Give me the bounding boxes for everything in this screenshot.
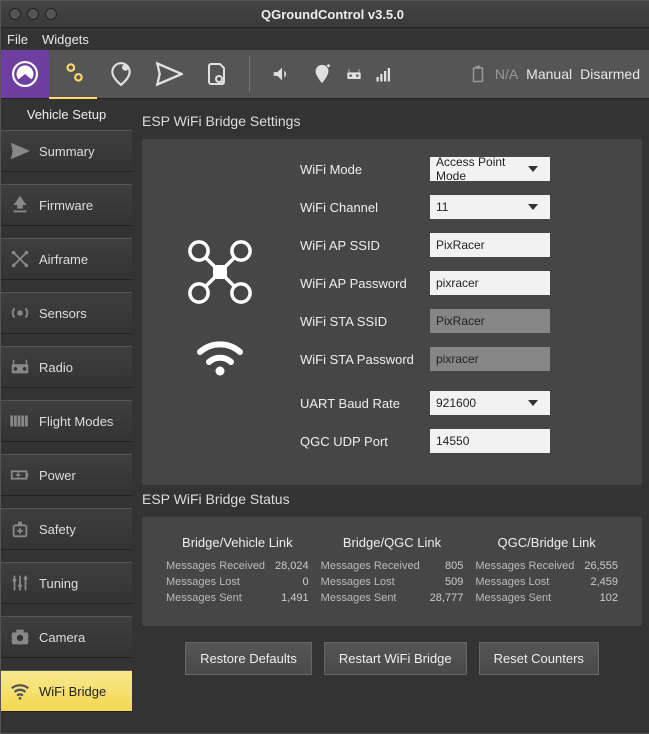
status-col-title: QGC/Bridge Link — [475, 535, 618, 550]
arm-state[interactable]: Disarmed — [580, 66, 640, 82]
menu-widgets[interactable]: Widgets — [42, 32, 89, 47]
sidebar-item-label: Camera — [39, 630, 85, 645]
window-title: QGroundControl v3.5.0 — [65, 7, 649, 22]
qgc-udp-input[interactable] — [430, 429, 550, 453]
minimize-window-icon[interactable] — [27, 8, 39, 20]
toolbar-vehicle-setup[interactable] — [49, 49, 97, 99]
battery-na: N/A — [495, 66, 518, 82]
sidebar-item-label: Summary — [39, 144, 95, 159]
radio-icon — [9, 356, 31, 378]
sidebar-item-label: Tuning — [39, 576, 78, 591]
toolbar-app-settings[interactable] — [1, 50, 49, 98]
titlebar: QGroundControl v3.5.0 — [1, 1, 649, 28]
sidebar-item-power[interactable]: Power — [1, 454, 132, 496]
sidebar-item-label: Safety — [39, 522, 76, 537]
wifi-sta-password-input — [430, 347, 550, 371]
sidebar: Vehicle Setup Summary Firmware Airframe … — [1, 99, 132, 734]
toolbar-plan[interactable] — [97, 50, 145, 98]
sidebar-item-flight-modes[interactable]: Flight Modes — [1, 400, 132, 442]
uart-baud-label: UART Baud Rate — [300, 396, 430, 411]
sidebar-item-label: Sensors — [39, 306, 87, 321]
sidebar-item-label: Flight Modes — [39, 414, 113, 429]
sidebar-item-tuning[interactable]: Tuning — [1, 562, 132, 604]
drone-icon — [185, 237, 255, 307]
sensors-icon — [9, 302, 31, 324]
status-qgc-col: Bridge/QGC Link Messages Received805 Mes… — [315, 535, 470, 608]
toolbar-status-area: N/A Manual Disarmed — [469, 63, 649, 85]
tuning-icon — [9, 572, 31, 594]
button-row: Restore Defaults Restart WiFi Bridge Res… — [142, 642, 642, 675]
wifi-mode-label: WiFi Mode — [300, 162, 430, 177]
airframe-icon — [9, 248, 31, 270]
sidebar-item-label: WiFi Bridge — [39, 684, 106, 699]
sidebar-item-sensors[interactable]: Sensors — [1, 292, 132, 334]
status-col-title: Bridge/Vehicle Link — [166, 535, 309, 550]
maximize-window-icon[interactable] — [45, 8, 57, 20]
summary-icon — [9, 140, 31, 162]
toolbar-analyze[interactable] — [193, 50, 241, 98]
sidebar-item-camera[interactable]: Camera — [1, 616, 132, 658]
toolbar-announce-icon[interactable] — [258, 50, 306, 98]
sidebar-item-summary[interactable]: Summary — [1, 130, 132, 172]
window-controls — [1, 8, 65, 20]
toolbar-fly[interactable] — [145, 50, 193, 98]
sidebar-item-firmware[interactable]: Firmware — [1, 184, 132, 226]
firmware-icon — [9, 194, 31, 216]
wifi-channel-label: WiFi Channel — [300, 200, 430, 215]
toolbar: N/A Manual Disarmed — [1, 50, 649, 99]
toolbar-gps-icon[interactable] — [306, 50, 338, 98]
battery-icon — [469, 63, 487, 85]
app-window: QGroundControl v3.5.0 File Widgets — [0, 0, 649, 734]
safety-icon — [9, 518, 31, 540]
uart-baud-select[interactable]: 921600 — [430, 391, 550, 415]
close-window-icon[interactable] — [9, 8, 21, 20]
wifi-sta-ssid-label: WiFi STA SSID — [300, 314, 430, 329]
sidebar-item-label: Airframe — [39, 252, 88, 267]
restore-defaults-button[interactable]: Restore Defaults — [185, 642, 312, 675]
sidebar-item-label: Power — [39, 468, 76, 483]
wifi-ap-password-label: WiFi AP Password — [300, 276, 430, 291]
flight-modes-icon — [9, 410, 31, 432]
status-panel: Bridge/Vehicle Link Messages Received28,… — [142, 517, 642, 626]
wifi-sta-password-label: WiFi STA Password — [300, 352, 430, 367]
sidebar-item-safety[interactable]: Safety — [1, 508, 132, 550]
settings-icons — [160, 157, 280, 467]
main-panel: ESP WiFi Bridge Settings — [132, 99, 649, 734]
sidebar-item-label: Radio — [39, 360, 73, 375]
toolbar-rc-icon[interactable] — [338, 50, 370, 98]
sidebar-item-label: Firmware — [39, 198, 93, 213]
menu-file[interactable]: File — [7, 32, 28, 47]
wifi-sta-ssid-input — [430, 309, 550, 333]
camera-icon — [9, 626, 31, 648]
settings-panel: WiFi Mode Access Point Mode WiFi Channel… — [142, 139, 642, 485]
wifi-ap-ssid-input[interactable] — [430, 233, 550, 257]
wifi-large-icon — [195, 337, 245, 377]
sidebar-item-airframe[interactable]: Airframe — [1, 238, 132, 280]
wifi-icon — [9, 680, 31, 702]
status-bridge-col: QGC/Bridge Link Messages Received26,555 … — [469, 535, 624, 608]
restart-wifi-bridge-button[interactable]: Restart WiFi Bridge — [324, 642, 467, 675]
flight-mode[interactable]: Manual — [526, 66, 572, 82]
power-icon — [9, 464, 31, 486]
settings-title: ESP WiFi Bridge Settings — [142, 113, 642, 129]
status-col-title: Bridge/QGC Link — [321, 535, 464, 550]
menubar: File Widgets — [1, 28, 649, 50]
wifi-mode-select[interactable]: Access Point Mode — [430, 157, 550, 181]
settings-form: WiFi Mode Access Point Mode WiFi Channel… — [300, 157, 624, 467]
qgc-udp-label: QGC UDP Port — [300, 434, 430, 449]
toolbar-signal-icon[interactable] — [370, 50, 398, 98]
sidebar-title: Vehicle Setup — [1, 99, 132, 130]
sidebar-item-radio[interactable]: Radio — [1, 346, 132, 388]
wifi-ap-ssid-label: WiFi AP SSID — [300, 238, 430, 253]
toolbar-separator — [249, 56, 250, 92]
wifi-channel-select[interactable]: 11 — [430, 195, 550, 219]
wifi-ap-password-input[interactable] — [430, 271, 550, 295]
sidebar-item-wifi-bridge[interactable]: WiFi Bridge — [1, 670, 132, 712]
status-vehicle-col: Bridge/Vehicle Link Messages Received28,… — [160, 535, 315, 608]
reset-counters-button[interactable]: Reset Counters — [479, 642, 599, 675]
status-title: ESP WiFi Bridge Status — [142, 491, 642, 507]
